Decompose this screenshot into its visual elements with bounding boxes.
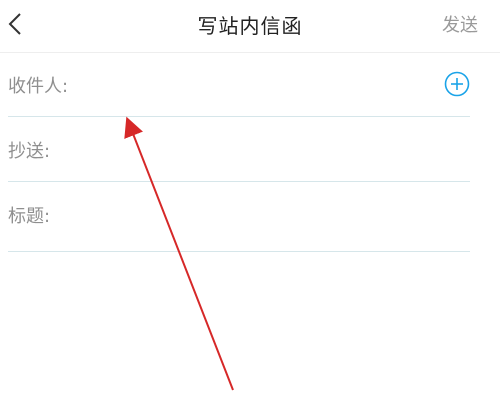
recipient-field[interactable]: 收件人: — [8, 52, 470, 117]
subject-label: 标题: — [8, 206, 51, 227]
top-bar: 写站内信函 发送 — [0, 0, 500, 53]
page-title: 写站内信函 — [197, 14, 303, 38]
plus-circle-icon — [444, 71, 470, 97]
cc-label: 抄送: — [8, 141, 51, 162]
cc-field[interactable]: 抄送: — [8, 117, 470, 182]
subject-field[interactable]: 标题: — [8, 182, 470, 252]
send-button[interactable]: 发送 — [442, 11, 478, 37]
add-recipient-button[interactable] — [444, 71, 470, 97]
recipient-label: 收件人: — [8, 76, 69, 97]
